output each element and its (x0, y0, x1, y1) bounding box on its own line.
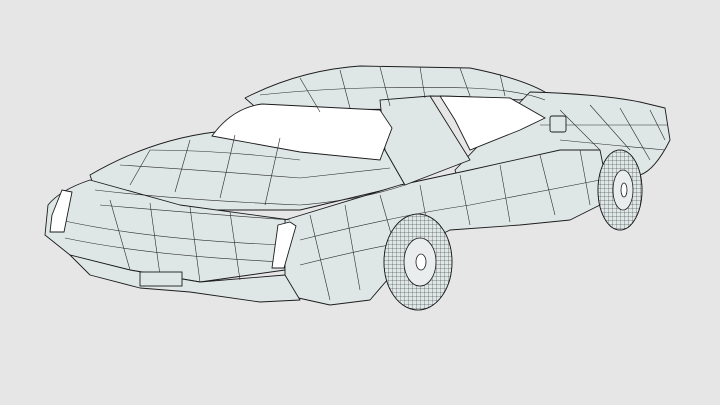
car-wireframe (44, 65, 671, 311)
rear-wheel (383, 213, 453, 311)
car-body (44, 65, 671, 306)
side-mirror (549, 115, 567, 133)
license-plate (139, 271, 183, 287)
render-viewport (0, 0, 720, 405)
front-wheel (597, 149, 643, 231)
